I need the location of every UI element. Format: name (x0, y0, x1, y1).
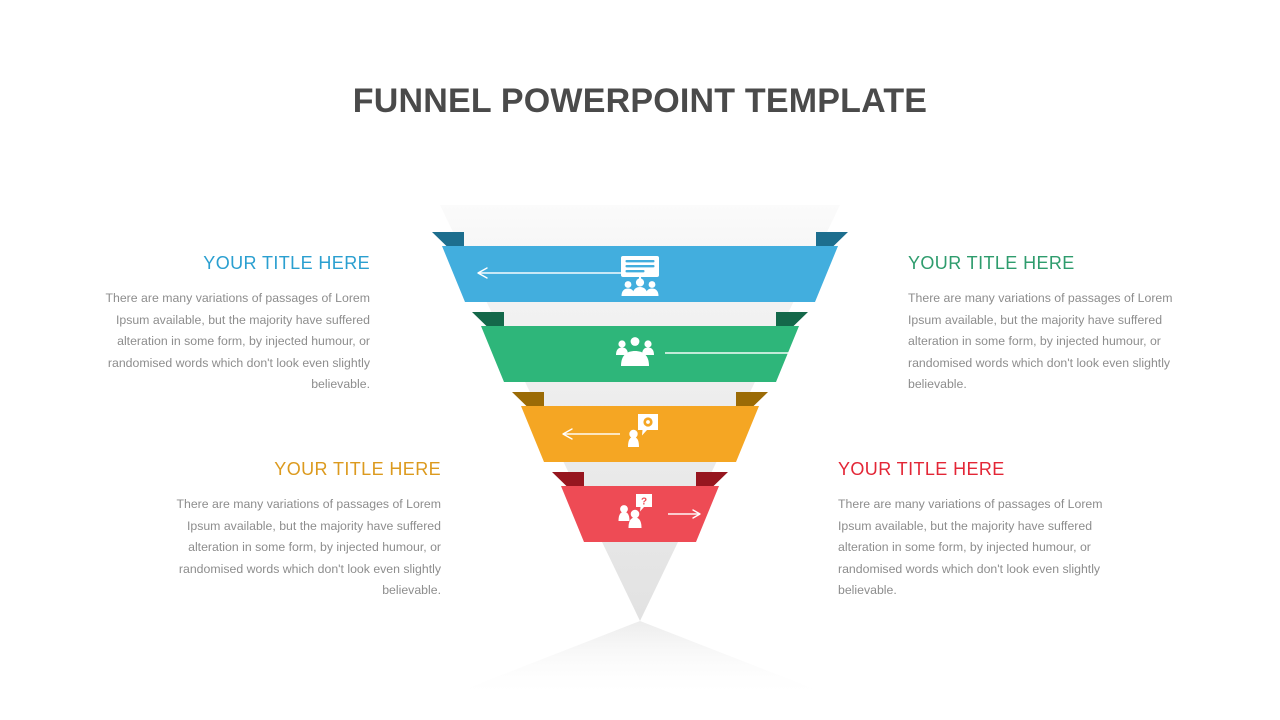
block-body-top-right: There are many variations of passages of… (908, 291, 1173, 392)
block-body-top-left: There are many variations of passages of… (105, 291, 370, 392)
text-block-bottom-left: YOUR TITLE HERE There are many variation… (151, 459, 441, 602)
block-title-bottom-left: YOUR TITLE HERE (274, 459, 441, 479)
group-people-icon (616, 337, 654, 366)
funnel-reflection (440, 621, 840, 699)
text-block-top-right: YOUR TITLE HERE There are many variation… (908, 253, 1198, 396)
presentation-audience-icon (621, 256, 659, 296)
block-title-bottom-right: YOUR TITLE HERE (838, 459, 1005, 479)
text-block-top-left: YOUR TITLE HERE There are many variation… (80, 253, 370, 396)
block-title-top-right: YOUR TITLE HERE (908, 253, 1075, 273)
block-title-top-left: YOUR TITLE HERE (203, 253, 370, 273)
block-body-bottom-right: There are many variations of passages of… (838, 497, 1103, 598)
slide-canvas: FUNNEL POWERPOINT TEMPLATE ? YOUR TITLE … (0, 0, 1280, 720)
funnel-diagram: ? (380, 185, 900, 705)
page-title: FUNNEL POWERPOINT TEMPLATE (352, 82, 928, 120)
block-body-bottom-left: There are many variations of passages of… (176, 497, 441, 598)
svg-text:?: ? (641, 497, 647, 508)
text-block-bottom-right: YOUR TITLE HERE There are many variation… (838, 459, 1128, 602)
